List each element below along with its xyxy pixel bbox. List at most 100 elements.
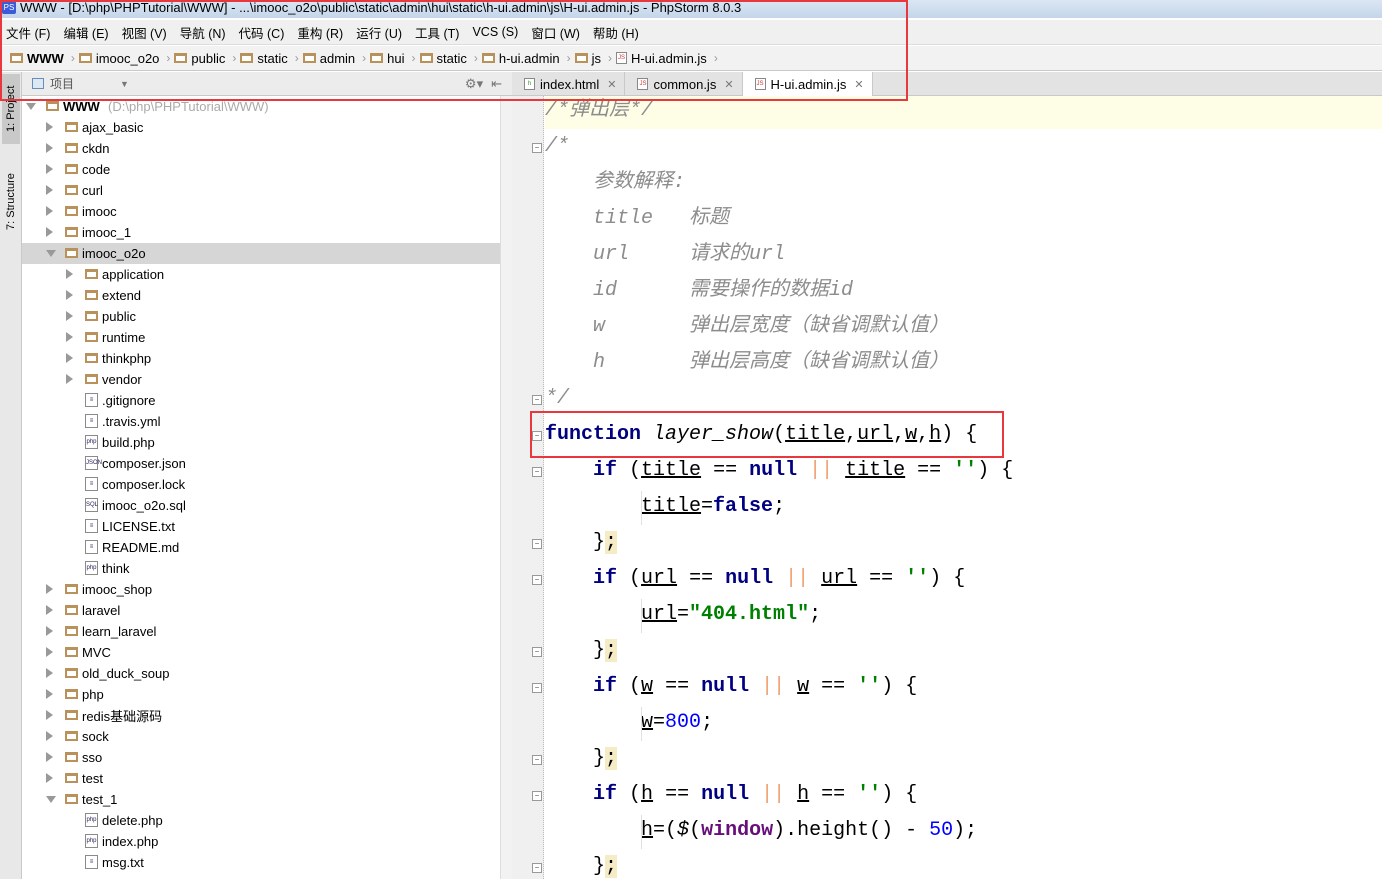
chevron-down-icon[interactable]: ▼: [120, 79, 129, 89]
tree-item[interactable]: application: [22, 264, 500, 285]
tree-item[interactable]: extend: [22, 285, 500, 306]
fold-end-icon[interactable]: −: [532, 647, 542, 657]
fold-collapse-icon[interactable]: −: [532, 683, 542, 693]
tree-item[interactable]: imooc_1: [22, 222, 500, 243]
tree-item[interactable]: php think: [22, 558, 500, 579]
collapse-icon[interactable]: ⇤: [491, 76, 502, 92]
collapse-arrow-icon[interactable]: [66, 374, 73, 384]
tree-item[interactable]: php delete.php: [22, 810, 500, 831]
collapse-arrow-icon[interactable]: [46, 647, 53, 657]
collapse-arrow-icon[interactable]: [66, 311, 73, 321]
tab-common-js[interactable]: JS common.js ✕: [625, 72, 743, 96]
fold-collapse-icon[interactable]: −: [532, 431, 542, 441]
collapse-arrow-icon[interactable]: [46, 626, 53, 636]
expand-arrow-icon[interactable]: [26, 103, 36, 110]
fold-collapse-icon[interactable]: −: [532, 575, 542, 585]
collapse-arrow-icon[interactable]: [46, 752, 53, 762]
breadcrumb-item[interactable]: js ›: [574, 51, 612, 66]
collapse-arrow-icon[interactable]: [46, 122, 53, 132]
tree-item[interactable]: SQL imooc_o2o.sql: [22, 495, 500, 516]
tree-item[interactable]: ≡ composer.lock: [22, 474, 500, 495]
collapse-arrow-icon[interactable]: [46, 773, 53, 783]
tree-item[interactable]: imooc_o2o: [22, 243, 500, 264]
close-icon[interactable]: ✕: [607, 78, 616, 91]
collapse-arrow-icon[interactable]: [46, 668, 53, 678]
collapse-arrow-icon[interactable]: [46, 710, 53, 720]
expand-arrow-icon[interactable]: [46, 250, 56, 257]
menu-item[interactable]: 重构 (R): [297, 23, 343, 42]
breadcrumb-item[interactable]: imooc_o2o ›: [78, 51, 170, 66]
fold-end-icon[interactable]: −: [532, 863, 542, 873]
fold-collapse-icon[interactable]: −: [532, 467, 542, 477]
menu-item[interactable]: 帮助 (H): [593, 23, 639, 42]
collapse-arrow-icon[interactable]: [46, 584, 53, 594]
tree-item[interactable]: imooc: [22, 201, 500, 222]
tree-item[interactable]: WWW (D:\php\PHPTutorial\WWW): [22, 96, 500, 117]
tree-scrollbar[interactable]: [500, 96, 512, 879]
breadcrumb-item[interactable]: public ›: [174, 51, 236, 66]
tree-item[interactable]: laravel: [22, 600, 500, 621]
collapse-arrow-icon[interactable]: [46, 689, 53, 699]
menu-item[interactable]: 导航 (N): [180, 23, 226, 42]
tab-h-ui-admin-js[interactable]: JS H-ui.admin.js ✕: [742, 72, 873, 96]
fold-end-icon[interactable]: −: [532, 539, 542, 549]
close-icon[interactable]: ✕: [724, 78, 733, 91]
collapse-arrow-icon[interactable]: [46, 164, 53, 174]
tree-item[interactable]: php: [22, 684, 500, 705]
menu-item[interactable]: 文件 (F): [6, 23, 50, 42]
tree-item[interactable]: old_duck_soup: [22, 663, 500, 684]
close-icon[interactable]: ✕: [854, 78, 863, 91]
menu-item[interactable]: 编辑 (E): [63, 23, 108, 42]
tree-item[interactable]: php build.php: [22, 432, 500, 453]
collapse-arrow-icon[interactable]: [66, 269, 73, 279]
tree-item[interactable]: ≡ msg.txt: [22, 852, 500, 873]
collapse-arrow-icon[interactable]: [46, 143, 53, 153]
tree-item[interactable]: code: [22, 159, 500, 180]
collapse-arrow-icon[interactable]: [66, 290, 73, 300]
menu-item[interactable]: 运行 (U): [356, 23, 402, 42]
fold-end-icon[interactable]: −: [532, 395, 542, 405]
tree-item[interactable]: ≡ LICENSE.txt: [22, 516, 500, 537]
collapse-arrow-icon[interactable]: [46, 185, 53, 195]
menu-item[interactable]: 窗口 (W): [531, 23, 580, 42]
tree-item[interactable]: MVC: [22, 642, 500, 663]
fold-end-icon[interactable]: −: [532, 755, 542, 765]
tree-item[interactable]: test_1: [22, 789, 500, 810]
menu-item[interactable]: 工具 (T): [415, 23, 459, 42]
collapse-arrow-icon[interactable]: [66, 353, 73, 363]
tree-item[interactable]: curl: [22, 180, 500, 201]
breadcrumb-item[interactable]: h-ui.admin ›: [481, 51, 571, 66]
expand-arrow-icon[interactable]: [46, 796, 56, 803]
breadcrumb-item[interactable]: admin ›: [302, 51, 366, 66]
tab-project-tool[interactable]: 1: Project: [2, 74, 20, 144]
tree-item[interactable]: public: [22, 306, 500, 327]
tree-item[interactable]: vendor: [22, 369, 500, 390]
collapse-arrow-icon[interactable]: [46, 731, 53, 741]
tree-item[interactable]: sock: [22, 726, 500, 747]
gear-icon[interactable]: ⚙▾: [465, 76, 483, 92]
tree-item[interactable]: JSON composer.json: [22, 453, 500, 474]
tree-item[interactable]: ≡ .travis.yml: [22, 411, 500, 432]
tree-item[interactable]: imooc_shop: [22, 579, 500, 600]
fold-collapse-icon[interactable]: −: [532, 143, 542, 153]
breadcrumb-item[interactable]: static ›: [419, 51, 478, 66]
menu-item[interactable]: VCS (S): [472, 25, 518, 39]
breadcrumb-item[interactable]: JS H-ui.admin.js ›: [615, 51, 718, 66]
tree-item[interactable]: ajax_basic: [22, 117, 500, 138]
code-editor[interactable]: /*弹出层*//* − 参数解释: title 标题 url 请求的url id …: [512, 96, 1382, 879]
tab-index-html[interactable]: h index.html ✕: [512, 72, 626, 96]
breadcrumb-item[interactable]: hui ›: [370, 51, 416, 66]
tree-item[interactable]: learn_laravel: [22, 621, 500, 642]
tree-item[interactable]: ≡ README.md: [22, 537, 500, 558]
tree-item[interactable]: test: [22, 768, 500, 789]
tree-item[interactable]: sso: [22, 747, 500, 768]
collapse-arrow-icon[interactable]: [46, 206, 53, 216]
breadcrumb-item[interactable]: WWW ›: [10, 51, 75, 66]
collapse-arrow-icon[interactable]: [46, 227, 53, 237]
tree-item[interactable]: ≡ .gitignore: [22, 390, 500, 411]
menu-item[interactable]: 视图 (V): [122, 23, 167, 42]
tree-item[interactable]: thinkphp: [22, 348, 500, 369]
fold-collapse-icon[interactable]: −: [532, 791, 542, 801]
collapse-arrow-icon[interactable]: [66, 332, 73, 342]
tree-item[interactable]: php index.php: [22, 831, 500, 852]
